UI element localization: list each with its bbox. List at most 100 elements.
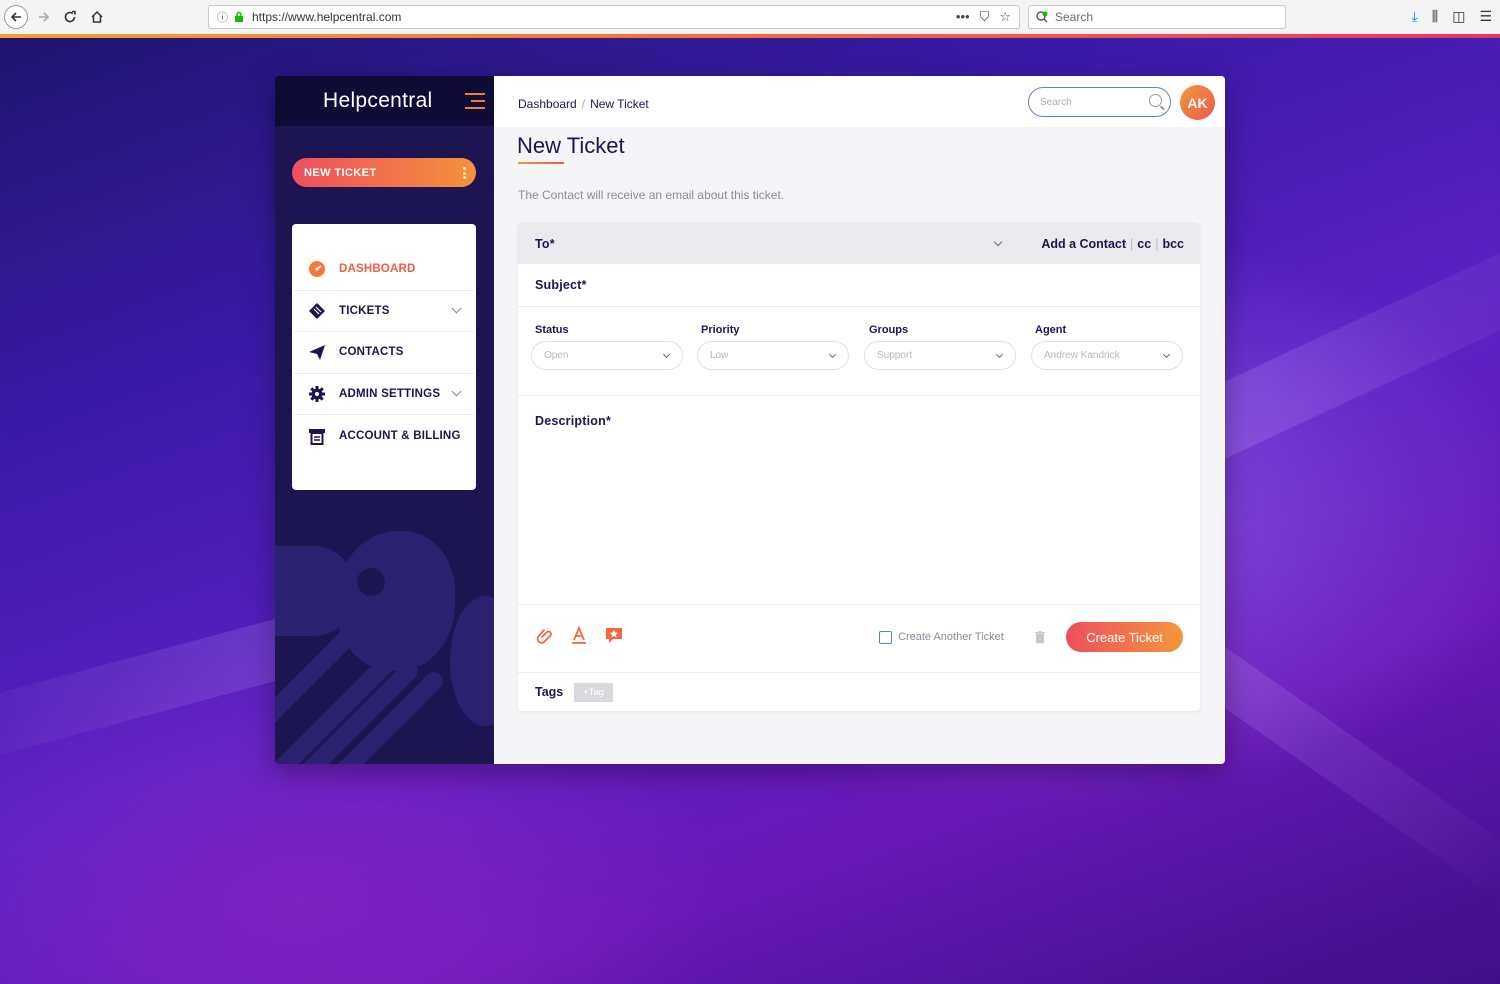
ticket-icon (308, 302, 326, 320)
sidebar-toggle-icon[interactable]: ◫ (1452, 8, 1465, 25)
browser-toolbar: ⓘ https://www.helpcentral.com ••• ⛉ ☆ Se… (0, 0, 1500, 38)
sidebar-item-label: CONTACTS (339, 346, 404, 359)
to-actions: Add a Contact | cc | bcc (1041, 237, 1184, 251)
create-another-checkbox[interactable] (879, 631, 892, 644)
status-value: Open (544, 350, 569, 361)
status-label: Status (535, 324, 569, 336)
sidebar-item-dashboard[interactable]: DASHBOARD (294, 249, 474, 291)
status-select[interactable]: Open (531, 341, 683, 370)
bcc-link[interactable]: bcc (1162, 237, 1184, 251)
add-tag-button[interactable]: +Tag (574, 683, 613, 702)
chevron-down-icon (662, 350, 671, 359)
sidebar-item-tickets[interactable]: TICKETS (294, 291, 474, 333)
lock-icon (235, 11, 243, 22)
info-icon[interactable]: ⓘ (217, 9, 228, 25)
sidebar: Helpcentral NEW TICKET DASHBOARD TICKETS (275, 76, 494, 764)
toolbar-accent-line (0, 34, 1500, 38)
tags-label: Tags (535, 685, 564, 699)
attachment-icon[interactable] (534, 625, 554, 645)
page-actions-icon[interactable]: ••• (956, 9, 970, 25)
home-button[interactable] (85, 5, 109, 29)
subject-label: Subject* (535, 278, 587, 292)
sidebar-item-label: ADMIN SETTINGS (339, 388, 441, 401)
search-input[interactable]: Search (1028, 87, 1171, 117)
pocket-icon[interactable]: ⛉ (980, 9, 990, 25)
sidebar-menu: DASHBOARD TICKETS CONTACTS ADMIN SETTING… (292, 224, 476, 490)
home-icon (91, 10, 103, 23)
browser-search-input[interactable]: Search (1028, 5, 1286, 29)
browser-search-placeholder: Search (1055, 10, 1094, 24)
priority-label: Priority (701, 324, 740, 336)
divider (518, 672, 1200, 673)
search-placeholder: Search (1040, 96, 1072, 108)
forward-arrow-icon (39, 12, 50, 22)
search-icon[interactable] (1149, 94, 1162, 107)
trash-icon[interactable] (1035, 630, 1045, 643)
page-subtitle: The Contact will receive an email about … (518, 188, 785, 202)
browser-menu-icon[interactable]: ☰ (1479, 8, 1492, 25)
breadcrumb-current: New Ticket (590, 97, 649, 111)
description-field[interactable]: Description* (518, 396, 1200, 604)
priority-select[interactable]: Low (697, 341, 849, 370)
groups-select[interactable]: Support (864, 341, 1016, 370)
back-button[interactable] (4, 5, 28, 29)
reload-icon (64, 10, 76, 23)
page-title: New Ticket (517, 133, 625, 158)
back-arrow-icon (10, 12, 21, 22)
avatar[interactable]: AK (1180, 85, 1215, 120)
chevron-down-icon (995, 350, 1004, 359)
chevron-down-icon[interactable] (451, 303, 462, 314)
new-ticket-label: NEW TICKET (304, 166, 377, 179)
chevron-down-icon[interactable] (451, 386, 462, 397)
breadcrumb-dashboard[interactable]: Dashboard (518, 97, 577, 111)
chevron-down-icon[interactable] (993, 237, 1003, 247)
title-underline (518, 162, 564, 164)
forward-button[interactable] (32, 5, 56, 29)
main-content: Dashboard / New Ticket Search AK New Ticke… (494, 76, 1225, 764)
sidebar-item-label: TICKETS (339, 304, 390, 317)
library-icon[interactable]: ⫼ (1432, 8, 1438, 25)
sidebar-item-label: ACCOUNT & BILLING (339, 430, 461, 443)
groups-label: Groups (869, 324, 909, 336)
sidebar-item-admin-settings[interactable]: ADMIN SETTINGS (294, 374, 474, 416)
app-window: Helpcentral NEW TICKET DASHBOARD TICKETS (275, 76, 1225, 764)
decorative-dot (357, 568, 385, 596)
agent-select[interactable]: Andrew Kandrick (1031, 341, 1183, 370)
agent-label: Agent (1035, 324, 1067, 336)
sidebar-header: Helpcentral (275, 76, 494, 126)
dashboard-icon (308, 260, 326, 278)
subject-field[interactable]: Subject* (518, 264, 1200, 306)
chevron-down-icon (1162, 350, 1171, 359)
paper-plane-icon (308, 343, 326, 361)
create-another-label: Create Another Ticket (898, 631, 1004, 643)
download-icon[interactable]: ⤓ (1412, 8, 1418, 25)
cc-link[interactable]: cc (1137, 237, 1151, 251)
breadcrumb: Dashboard / New Ticket (518, 97, 649, 111)
create-ticket-button[interactable]: Create Ticket (1066, 622, 1183, 652)
url-text: https://www.helpcentral.com (252, 10, 402, 24)
sidebar-item-contacts[interactable]: CONTACTS (294, 332, 474, 374)
hamburger-icon[interactable] (465, 93, 485, 109)
to-field[interactable]: To* Add a Contact | cc | bcc (518, 223, 1200, 264)
decorative-blob (450, 596, 494, 726)
gear-icon (308, 385, 326, 403)
brand-logo[interactable]: Helpcentral (323, 89, 433, 113)
sidebar-item-label: DASHBOARD (339, 263, 416, 276)
description-label: Description* (535, 414, 612, 428)
priority-value: Low (710, 350, 729, 361)
to-label: To* (535, 237, 555, 251)
new-ticket-button[interactable]: NEW TICKET (292, 158, 476, 187)
bookmark-star-icon[interactable]: ☆ (999, 9, 1011, 25)
sidebar-item-account-billing[interactable]: ACCOUNT & BILLING (294, 415, 474, 457)
new-ticket-form: To* Add a Contact | cc | bcc Subject* Status… (518, 223, 1200, 711)
groups-value: Support (877, 350, 913, 361)
kebab-menu-icon[interactable] (463, 167, 466, 181)
billing-icon (308, 427, 326, 446)
divider (518, 306, 1200, 307)
reload-button[interactable] (58, 5, 82, 29)
text-format-icon[interactable] (569, 625, 589, 645)
add-contact-link[interactable]: Add a Contact (1041, 237, 1126, 251)
canned-response-icon[interactable] (604, 625, 624, 645)
divider (518, 604, 1200, 605)
url-bar[interactable]: ⓘ https://www.helpcentral.com ••• ⛉ ☆ (208, 5, 1020, 29)
